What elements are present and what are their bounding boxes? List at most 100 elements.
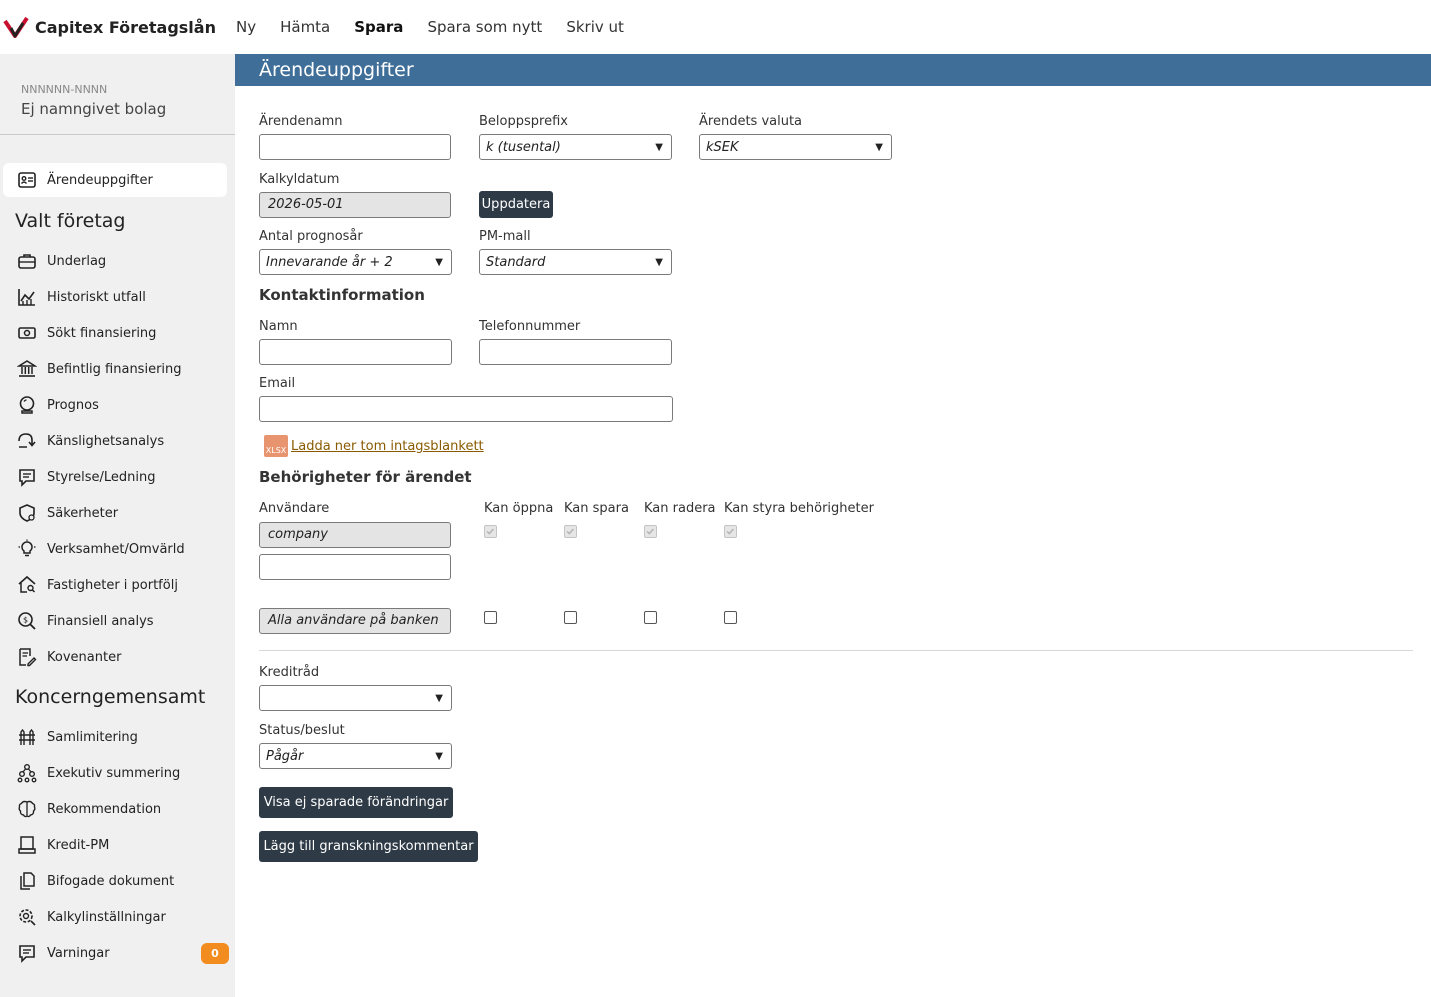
shield-icon — [19, 504, 35, 522]
xlsx-file-icon: XLSX — [264, 435, 288, 457]
download-intake-form-link[interactable]: Ladda ner tom intagsblankett — [291, 439, 484, 454]
permissions-section-title: Behörigheter för ärendet — [259, 468, 472, 486]
all-users-can-save-checkbox[interactable] — [564, 611, 577, 624]
sidebar-item-verksamhet-omvarld[interactable]: Verksamhet/Omvärld — [3, 532, 227, 566]
menu-new[interactable]: Ny — [236, 18, 256, 36]
sidebar-item-label: Säkerheter — [47, 505, 119, 521]
org-diagram-icon — [17, 764, 37, 783]
sidebar-item-fastigheter[interactable]: Fastigheter i portfölj — [3, 568, 227, 602]
sidebar-item-label: Exekutiv summering — [47, 765, 181, 781]
brand: Capitex Företagslån — [3, 16, 216, 38]
company-name: Ej namngivet bolag — [21, 100, 167, 118]
contact-phone-label: Telefonnummer — [479, 319, 581, 334]
sidebar-item-label: Kovenanter — [47, 649, 122, 665]
new-user-input[interactable] — [259, 554, 451, 580]
sidebar-item-kanslighetsanalys[interactable]: Känslighetsanalys — [3, 424, 227, 458]
sidebar-item-label: Befintlig finansiering — [47, 361, 182, 377]
user-column-header: Användare — [259, 501, 330, 516]
status-select[interactable]: Pågår ▼ — [259, 743, 452, 769]
sidebar-item-kalkylinstallningar[interactable]: Kalkylinställningar — [3, 900, 227, 934]
company-can-open-checkbox — [484, 525, 497, 538]
sidebar-item-befintlig-finansiering[interactable]: Befintlig finansiering — [3, 352, 227, 386]
contact-name-label: Namn — [259, 319, 298, 334]
sidebar-item-label: Fastigheter i portfölj — [47, 577, 178, 593]
sidebar-item-label: Samlimitering — [47, 729, 138, 745]
sidebar-item-bifogade-dokument[interactable]: Bifogade dokument — [3, 864, 227, 898]
id-card-icon — [18, 172, 36, 188]
can-open-header: Kan öppna — [484, 501, 554, 516]
sidebar-item-sakerheter[interactable]: Säkerheter — [3, 496, 227, 530]
show-unsaved-changes-button[interactable]: Visa ej sparade förändringar — [259, 787, 453, 818]
chart-line-icon — [18, 289, 35, 306]
sidebar-item-label: Sökt finansiering — [47, 325, 157, 341]
sidebar-item-label: Finansiell analys — [47, 613, 154, 629]
sidebar-item-prognos[interactable]: Prognos — [3, 388, 227, 422]
sidebar-item-arendeuppgifter[interactable]: Ärendeuppgifter — [3, 163, 227, 197]
currency-value: kSEK — [706, 139, 739, 155]
company-info: NNNNNN-NNNN Ej namngivet bolag — [0, 54, 235, 135]
sidebar-item-varningar[interactable]: Varningar 0 — [3, 936, 229, 970]
update-button[interactable]: Uppdatera — [479, 191, 553, 218]
menu-print[interactable]: Skriv ut — [566, 18, 624, 36]
svg-text:$: $ — [23, 616, 28, 625]
sidebar-item-label: Bifogade dokument — [47, 873, 175, 889]
sidebar-item-historiskt-utfall[interactable]: Historiskt utfall — [3, 280, 227, 314]
sidebar-item-label: Historiskt utfall — [47, 289, 146, 305]
case-name-input[interactable] — [259, 134, 451, 160]
company-can-manage-checkbox — [724, 525, 737, 538]
menu-save[interactable]: Spara — [354, 18, 403, 36]
sidebar-item-label: Varningar — [47, 945, 110, 961]
sidebar-item-kredit-pm[interactable]: Kredit-PM — [3, 828, 227, 862]
sidebar-item-styrelse-ledning[interactable]: Styrelse/Ledning — [3, 460, 227, 494]
credit-council-label: Kreditråd — [259, 665, 320, 680]
section-heading-valt-foretag: Valt företag — [15, 210, 126, 232]
sidebar-item-sokt-finansiering[interactable]: Sökt finansiering — [3, 316, 227, 350]
section-divider — [259, 650, 1413, 651]
calc-date-input[interactable]: 2026-05-01 — [259, 192, 451, 218]
status-label: Status/beslut — [259, 723, 345, 738]
sidebar-item-label: Rekommendation — [47, 801, 162, 817]
house-search-icon — [18, 575, 36, 593]
menu-open[interactable]: Hämta — [280, 18, 330, 36]
section-heading-koncerngemensamt: Koncerngemensamt — [15, 686, 206, 708]
contact-phone-input[interactable] — [479, 339, 672, 365]
sidebar-item-rekommendation[interactable]: Rekommendation — [3, 792, 227, 826]
currency-select[interactable]: kSEK ▼ — [699, 134, 892, 160]
forecast-years-select[interactable]: Innevarande år + 2 ▼ — [259, 249, 452, 275]
calc-date-label: Kalkyldatum — [259, 172, 340, 187]
add-review-comment-button[interactable]: Lägg till granskningskommentar — [259, 831, 478, 862]
contact-email-input[interactable] — [259, 396, 673, 422]
credit-council-select[interactable]: ▼ — [259, 685, 452, 711]
sidebar-item-label: Kalkylinställningar — [47, 909, 166, 925]
chevron-down-icon: ▼ — [435, 256, 443, 268]
bank-icon — [17, 360, 37, 377]
sidebar-item-label: Underlag — [47, 253, 107, 269]
contact-name-input[interactable] — [259, 339, 452, 365]
menu-save-as-new[interactable]: Spara som nytt — [427, 18, 542, 36]
sidebar-item-samlimitering[interactable]: Samlimitering — [3, 720, 227, 754]
case-name-label: Ärendenamn — [259, 114, 343, 129]
page-title: Ärendeuppgifter — [235, 54, 1431, 86]
all-users-can-open-checkbox[interactable] — [484, 611, 497, 624]
all-users-can-manage-checkbox[interactable] — [724, 611, 737, 624]
amount-prefix-select[interactable]: k (tusental) ▼ — [479, 134, 672, 160]
all-bank-users-row: Alla användare på banken — [259, 608, 451, 634]
sidebar-item-underlag[interactable]: Underlag — [3, 244, 227, 278]
arrow-curve-icon — [18, 433, 36, 448]
pm-template-select[interactable]: Standard ▼ — [479, 249, 672, 275]
briefcase-icon — [18, 254, 36, 269]
chevron-down-icon: ▼ — [875, 141, 883, 153]
sidebar-item-exekutiv-summering[interactable]: Exekutiv summering — [3, 756, 227, 790]
crystal-ball-icon — [19, 396, 35, 414]
contact-section-title: Kontaktinformation — [259, 286, 425, 304]
sidebar: NNNNNN-NNNN Ej namngivet bolag Ärendeupp… — [0, 54, 235, 997]
chevron-down-icon: ▼ — [435, 750, 443, 762]
status-value: Pågår — [266, 748, 304, 764]
sidebar-item-label: Prognos — [47, 397, 99, 413]
capitex-logo-icon — [3, 16, 29, 38]
all-users-can-delete-checkbox[interactable] — [644, 611, 657, 624]
sidebar-item-kovenanter[interactable]: Kovenanter — [3, 640, 227, 674]
gear-search-icon — [19, 909, 36, 926]
brain-icon — [18, 800, 36, 818]
sidebar-item-finansiell-analys[interactable]: $ Finansiell analys — [3, 604, 227, 638]
